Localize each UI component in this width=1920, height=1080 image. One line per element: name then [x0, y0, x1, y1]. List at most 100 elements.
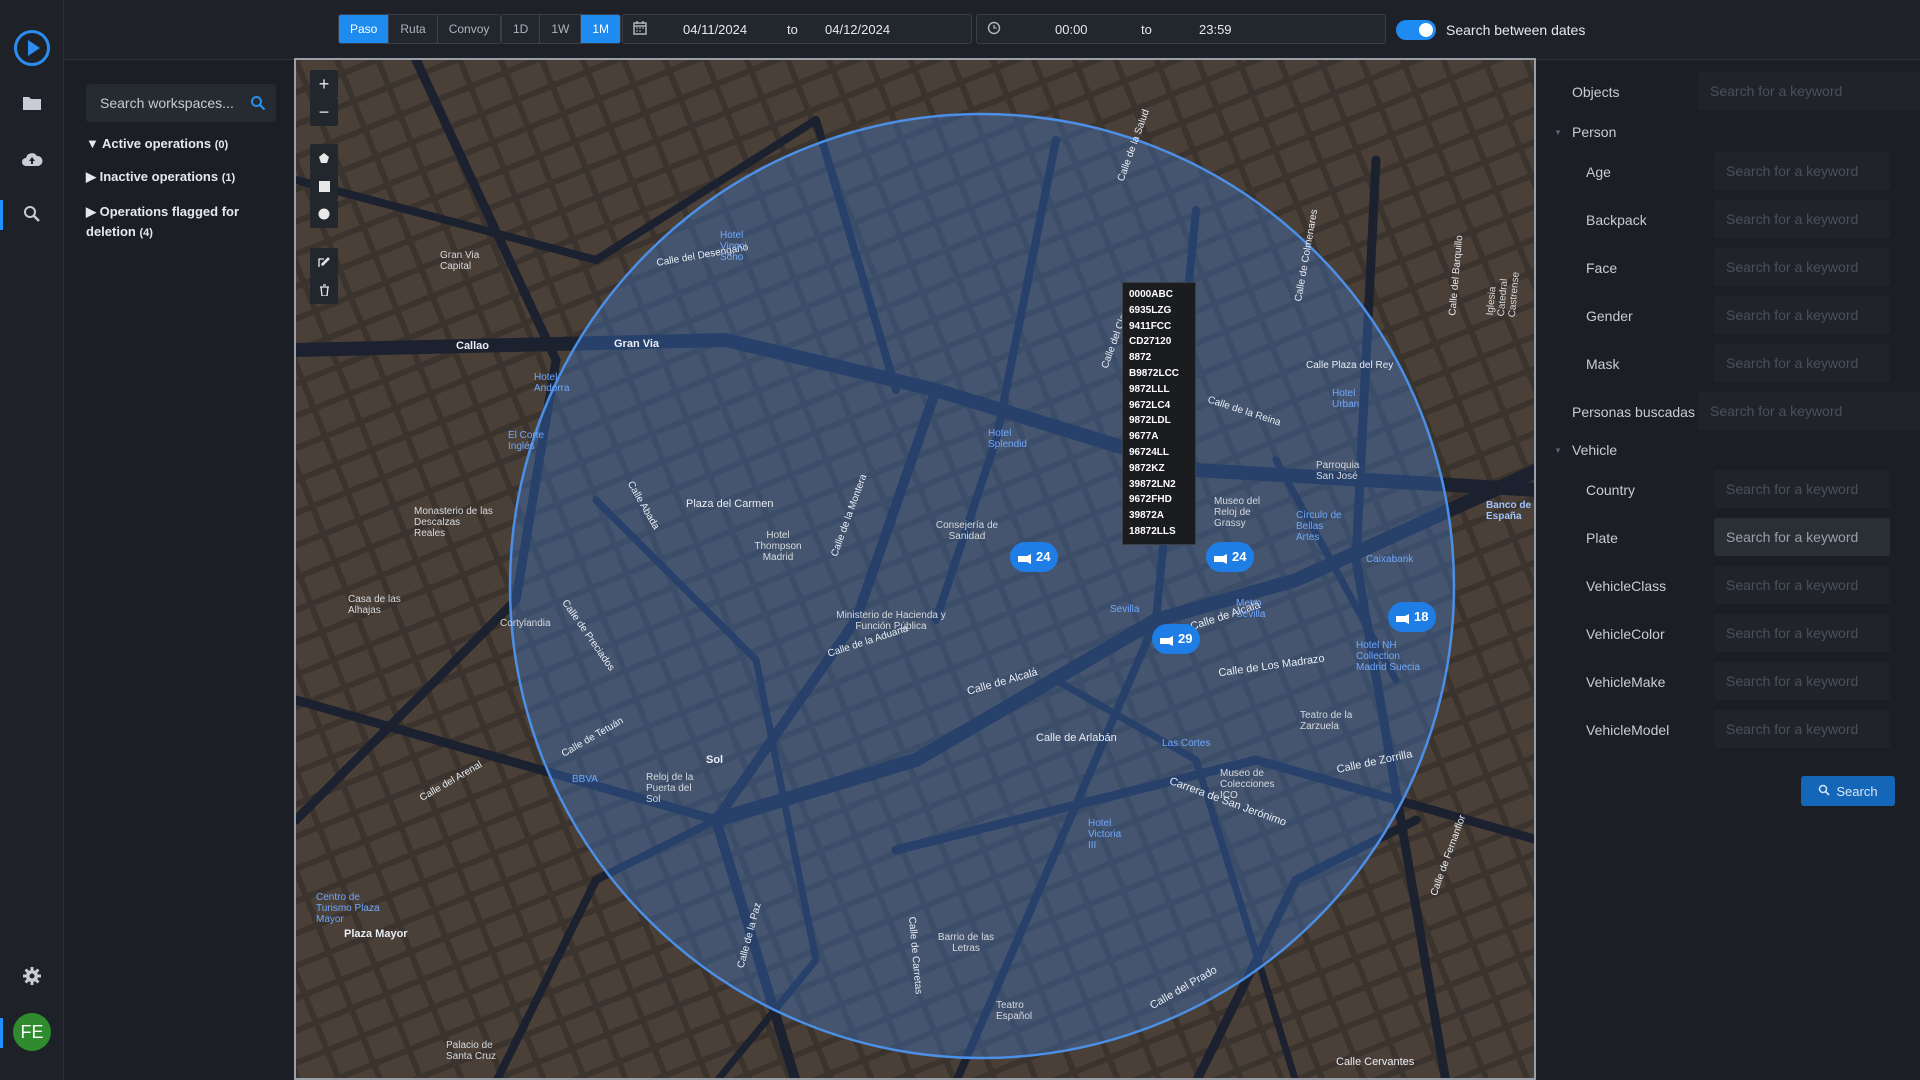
edit-layers-icon[interactable] — [310, 248, 338, 276]
filter-plate: Plate Search for a keyword — [1536, 518, 1920, 558]
date-to-value[interactable]: 04/12/2024 — [825, 22, 890, 37]
plate-item: 8872 — [1129, 352, 1152, 364]
camera-cluster-marker[interactable]: 24 — [1206, 542, 1255, 572]
filter-personas-buscadas: Personas buscadas Search for a keyword — [1536, 392, 1920, 432]
range-1w-button[interactable]: 1W — [540, 15, 582, 43]
cluster-count: 24 — [1036, 549, 1051, 564]
place-label: Hotel Andorra — [534, 372, 570, 394]
search-icon[interactable] — [250, 95, 266, 116]
section-vehicle[interactable]: ▼ Vehicle — [1554, 442, 1617, 458]
filter-label: Mask — [1586, 356, 1620, 372]
input-placeholder: Search for a keyword — [1726, 481, 1859, 497]
plate-input[interactable]: Search for a keyword — [1714, 518, 1890, 556]
map-view[interactable]: Gran Via Callao Plaza del Carmen Sol Cal… — [294, 58, 1536, 1080]
time-to-value[interactable]: 23:59 — [1199, 22, 1232, 37]
personas-buscadas-input[interactable]: Search for a keyword — [1698, 392, 1920, 430]
date-from-value[interactable]: 04/11/2024 — [683, 22, 747, 37]
plate-item: 9872LDL — [1129, 415, 1171, 427]
filter-backpack: Backpack Search for a keyword — [1536, 200, 1920, 240]
plate-item: 9411FCC — [1129, 320, 1172, 332]
gear-icon[interactable] — [0, 954, 64, 998]
backpack-input[interactable]: Search for a keyword — [1714, 200, 1890, 238]
filter-gender: Gender Search for a keyword — [1536, 296, 1920, 336]
draw-circle-icon[interactable] — [310, 200, 338, 228]
place-label: Teatro de la Zarzuela — [1300, 710, 1353, 732]
input-placeholder: Search for a keyword — [1726, 625, 1859, 641]
play-logo[interactable] — [0, 26, 64, 70]
filter-label: VehicleClass — [1586, 578, 1667, 594]
input-placeholder: Search for a keyword — [1710, 403, 1843, 419]
draw-polygon-icon[interactable] — [310, 144, 338, 172]
mode-ruta-button[interactable]: Ruta — [389, 15, 438, 43]
folder-icon[interactable] — [0, 81, 64, 125]
filter-vehicle-make: VehicleMake Search for a keyword — [1536, 662, 1920, 702]
workspace-search-input[interactable]: Search workspaces... — [86, 84, 276, 122]
zoom-out-button[interactable]: − — [310, 98, 338, 126]
filter-label: Backpack — [1586, 212, 1647, 228]
place-label: Teatro Español — [996, 1000, 1033, 1022]
plate-item: 9872LLL — [1129, 383, 1170, 395]
plate-item: B9872LCC — [1129, 367, 1180, 379]
age-input[interactable]: Search for a keyword — [1714, 152, 1890, 190]
mode-convoy-button[interactable]: Convoy — [437, 15, 501, 43]
vehicle-class-input[interactable]: Search for a keyword — [1714, 566, 1890, 604]
zoom-in-button[interactable]: + — [310, 70, 338, 98]
place-label: Museo del Reloj de Grassy — [1214, 496, 1261, 529]
country-input[interactable]: Search for a keyword — [1714, 470, 1890, 508]
plate-item: 39872LN2 — [1129, 478, 1176, 490]
user-avatar[interactable]: FE — [0, 1010, 64, 1054]
face-input[interactable]: Search for a keyword — [1714, 248, 1890, 286]
plate-item: 0000ABC — [1129, 289, 1173, 300]
tree-active-operations[interactable]: ▼ Active operations (0) — [86, 136, 228, 151]
objects-input[interactable]: Search for a keyword — [1698, 72, 1920, 110]
caret-right-icon: ▶ — [86, 204, 96, 219]
range-1d-button[interactable]: 1D — [502, 15, 541, 43]
gender-input[interactable]: Search for a keyword — [1714, 296, 1890, 334]
tree-flagged-operations[interactable]: ▶ Operations flagged for deletion (4) — [86, 202, 276, 243]
camera-cluster-marker[interactable]: 24 — [1010, 542, 1059, 572]
section-person[interactable]: ▼ Person — [1554, 124, 1616, 140]
place-label: Reloj de la Puerta del Sol — [646, 772, 694, 805]
filter-face: Face Search for a keyword — [1536, 248, 1920, 288]
cloud-upload-icon[interactable] — [0, 137, 64, 181]
camera-cluster-marker[interactable]: 18 — [1388, 602, 1437, 632]
input-placeholder: Search for a keyword — [1726, 355, 1859, 371]
place-label: El Corte Inglés — [508, 430, 545, 452]
search-button[interactable]: Search — [1801, 776, 1895, 806]
mode-paso-button[interactable]: Paso — [339, 15, 390, 43]
street-label: Calle Plaza del Rey — [1306, 360, 1394, 371]
filter-label: VehicleColor — [1586, 626, 1665, 642]
trash-icon[interactable] — [310, 276, 338, 304]
filter-label: Gender — [1586, 308, 1633, 324]
place-label: Gran Via Capital — [440, 250, 480, 272]
mask-input[interactable]: Search for a keyword — [1714, 344, 1890, 382]
place-label: Ministerio de Hacienda y Función Pública — [836, 610, 946, 632]
vehicle-model-input[interactable]: Search for a keyword — [1714, 710, 1890, 748]
place-label: Monasterio de las Descalzas Reales — [414, 506, 493, 539]
search-between-dates-toggle[interactable] — [1396, 20, 1436, 40]
input-placeholder: Search for a keyword — [1726, 529, 1859, 545]
vehicle-color-input[interactable]: Search for a keyword — [1714, 614, 1890, 652]
left-rail: FE — [0, 0, 64, 1080]
place-label: Metro Sevilla — [1236, 598, 1266, 620]
filter-label: Objects — [1572, 84, 1620, 100]
search-icon[interactable] — [0, 192, 64, 236]
calendar-icon — [633, 21, 647, 38]
range-1m-button[interactable]: 1M — [581, 15, 621, 43]
tree-inactive-operations[interactable]: ▶ Inactive operations (1) — [86, 169, 235, 185]
filter-label: Age — [1586, 164, 1611, 180]
time-range-field[interactable]: 00:00 to 23:59 — [976, 14, 1386, 44]
camera-icon — [1394, 608, 1410, 638]
place-label: Hotel NH Collection Madrid Suecia — [1356, 640, 1420, 673]
time-from-value[interactable]: 00:00 — [1055, 22, 1088, 37]
input-placeholder: Search for a keyword — [1726, 307, 1859, 323]
filter-mask: Mask Search for a keyword — [1536, 344, 1920, 384]
camera-cluster-marker[interactable]: 29 — [1152, 624, 1201, 654]
place-label: Iglesia Catedral Castrense — [1484, 271, 1522, 318]
avatar-initials: FE — [13, 1013, 51, 1051]
draw-rectangle-icon[interactable] — [310, 172, 338, 200]
date-range-field[interactable]: 04/11/2024 to 04/12/2024 — [622, 14, 972, 44]
place-label: Banco de España — [1486, 500, 1532, 522]
vehicle-make-input[interactable]: Search for a keyword — [1714, 662, 1890, 700]
filter-label: Plate — [1586, 530, 1618, 546]
